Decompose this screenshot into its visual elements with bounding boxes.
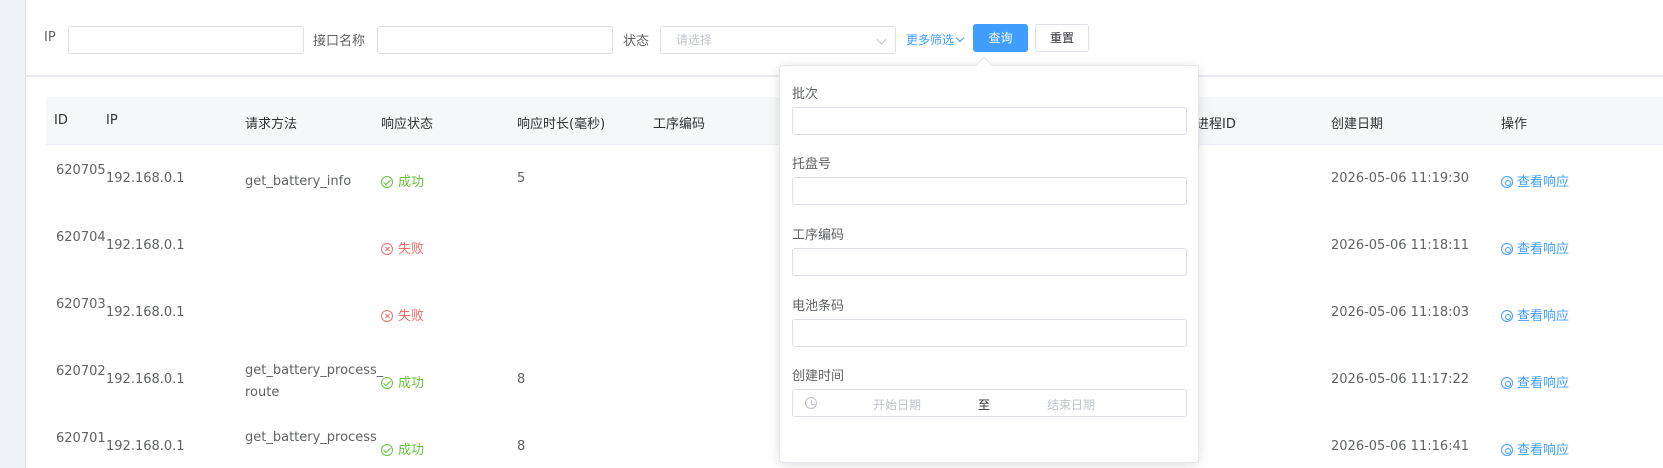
main-content: IP 接口名称 状态 请选择 更多筛选 查询 重置 ID IP 请求方法 响应状… xyxy=(26,0,1663,468)
header-ip: IP xyxy=(106,113,118,128)
tray-label: 托盘号 xyxy=(792,157,832,172)
cell-ip: 192.168.0.1 xyxy=(106,305,185,320)
status-text: 失败 xyxy=(398,242,425,257)
ip-label: IP xyxy=(44,30,56,45)
view-response-label: 查看响应 xyxy=(1517,376,1570,391)
cell-created: 2026-05-06 11:16:41 xyxy=(1331,439,1470,454)
header-process-code: 工序编码 xyxy=(653,117,706,132)
status-placeholder: 请选择 xyxy=(676,33,713,47)
cell-id: 620702 xyxy=(56,364,106,379)
view-response-link[interactable]: 查看响应 xyxy=(1501,372,1569,391)
view-icon xyxy=(1501,310,1513,322)
cell-status: 成功 xyxy=(381,372,424,391)
view-icon xyxy=(1501,176,1513,188)
cell-method: get_battery_process_route xyxy=(245,363,384,400)
more-filters-popover: 批次 托盘号 工序编码 电池条码 创建时间 开始日期 至 结束日期 xyxy=(779,56,1199,463)
check-circle-icon xyxy=(381,176,393,188)
chevron-down-icon xyxy=(876,34,887,45)
process-code-input[interactable] xyxy=(792,248,1187,276)
start-date-input[interactable]: 开始日期 xyxy=(873,396,921,413)
more-filters-label: 更多筛选 xyxy=(906,33,955,47)
cell-method: get_battery_info xyxy=(245,174,352,189)
cell-created: 2026-05-06 11:19:30 xyxy=(1331,171,1470,186)
header-method: 请求方法 xyxy=(245,117,298,132)
cell-duration: 8 xyxy=(517,372,526,387)
status-select[interactable]: 请选择 xyxy=(660,26,896,54)
cell-ip: 192.168.0.1 xyxy=(106,171,185,186)
status-text: 失败 xyxy=(398,309,425,324)
batch-label: 批次 xyxy=(792,87,819,102)
cell-status: 成功 xyxy=(381,439,424,458)
status-text: 成功 xyxy=(398,443,425,458)
view-icon xyxy=(1501,377,1513,389)
view-response-label: 查看响应 xyxy=(1517,175,1570,190)
cell-id: 620701 xyxy=(56,431,106,446)
reset-button[interactable]: 重置 xyxy=(1035,24,1089,52)
process-code-label: 工序编码 xyxy=(792,228,845,243)
cell-duration: 5 xyxy=(517,171,526,186)
tray-input[interactable] xyxy=(792,177,1187,205)
end-date-input[interactable]: 结束日期 xyxy=(1047,396,1095,413)
sidebar-edge xyxy=(0,0,26,468)
batch-input[interactable] xyxy=(792,107,1187,135)
cell-method: get_battery_process xyxy=(245,430,377,445)
query-button[interactable]: 查询 xyxy=(973,24,1028,52)
cell-ip: 192.168.0.1 xyxy=(106,372,185,387)
battery-code-label: 电池条码 xyxy=(792,299,845,314)
view-response-link[interactable]: 查看响应 xyxy=(1501,238,1569,257)
clock-icon xyxy=(805,397,817,409)
created-time-label: 创建时间 xyxy=(792,369,845,384)
view-response-link[interactable]: 查看响应 xyxy=(1501,171,1569,190)
header-duration: 响应时长(毫秒) xyxy=(517,117,606,132)
cell-created: 2026-05-06 11:18:03 xyxy=(1331,305,1470,320)
header-status: 响应状态 xyxy=(381,117,434,132)
status-label: 状态 xyxy=(623,34,650,49)
more-filters-link[interactable]: 更多筛选 xyxy=(906,31,965,48)
range-separator: 至 xyxy=(978,398,991,412)
cell-id: 620703 xyxy=(56,297,106,312)
cell-status: 失败 xyxy=(381,305,424,324)
status-text: 成功 xyxy=(398,376,425,391)
view-icon xyxy=(1501,243,1513,255)
view-response-link[interactable]: 查看响应 xyxy=(1501,439,1569,458)
view-icon xyxy=(1501,444,1513,456)
check-circle-icon xyxy=(381,444,393,456)
cell-created: 2026-05-06 11:17:22 xyxy=(1331,372,1470,387)
view-response-label: 查看响应 xyxy=(1517,443,1570,458)
header-process-id: 进程ID xyxy=(1196,117,1236,132)
api-name-input[interactable] xyxy=(377,26,613,54)
check-circle-icon xyxy=(381,377,393,389)
api-name-label: 接口名称 xyxy=(313,34,366,49)
view-response-label: 查看响应 xyxy=(1517,309,1570,324)
cell-ip: 192.168.0.1 xyxy=(106,439,185,454)
battery-code-input[interactable] xyxy=(792,319,1187,347)
header-created: 创建日期 xyxy=(1331,117,1384,132)
chevron-down-icon xyxy=(955,33,965,43)
ip-input[interactable] xyxy=(68,26,304,54)
cell-created: 2026-05-06 11:18:11 xyxy=(1331,238,1470,253)
close-circle-icon xyxy=(381,243,393,255)
header-id: ID xyxy=(54,113,68,128)
cell-id: 620705 xyxy=(56,163,106,178)
view-response-link[interactable]: 查看响应 xyxy=(1501,305,1569,324)
view-response-label: 查看响应 xyxy=(1517,242,1570,257)
cell-status: 成功 xyxy=(381,171,424,190)
cell-id: 620704 xyxy=(56,230,106,245)
close-circle-icon xyxy=(381,310,393,322)
cell-duration: 8 xyxy=(517,439,526,454)
header-action: 操作 xyxy=(1501,117,1528,132)
cell-status: 失败 xyxy=(381,238,424,257)
cell-ip: 192.168.0.1 xyxy=(106,238,185,253)
status-text: 成功 xyxy=(398,175,425,190)
created-date-range[interactable]: 开始日期 至 结束日期 xyxy=(792,389,1187,417)
